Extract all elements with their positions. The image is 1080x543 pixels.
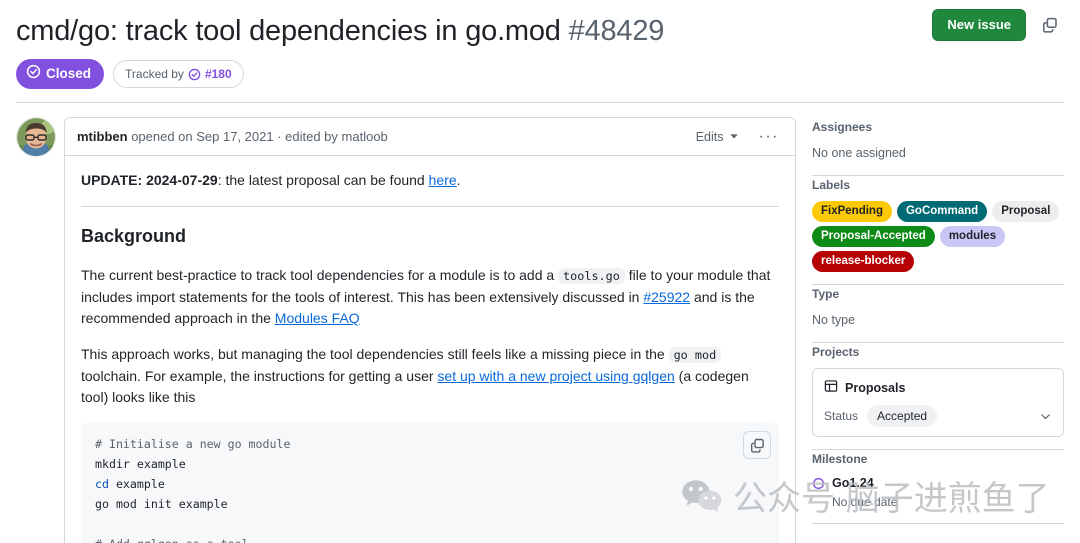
main-column: mtibben opened on Sep 17, 2021 · edited … — [16, 117, 796, 543]
title-row: cmd/go: track tool dependencies in go.mo… — [16, 14, 1064, 49]
tracked-by-number[interactable]: #180 — [205, 65, 232, 83]
code-line-1: # Initialise a new go module — [95, 437, 291, 452]
header-divider — [16, 102, 1064, 104]
labels-list: FixPending GoCommand Proposal Proposal-A… — [812, 201, 1064, 273]
milestone-row[interactable]: Go1.24 No due date — [812, 475, 1064, 511]
edits-label: Edits — [695, 129, 724, 144]
p2-a: This approach works, but managing the to… — [81, 346, 669, 363]
milestone-text: Go1.24 No due date — [832, 475, 897, 511]
code-line-2: mkdir example — [95, 457, 186, 472]
comment-header: mtibben opened on Sep 17, 2021 · edited … — [65, 118, 795, 157]
content-divider — [81, 206, 779, 208]
issue-header: cmd/go: track tool dependencies in go.mo… — [0, 0, 1080, 104]
comment-body: UPDATE: 2024-07-29: the latest proposal … — [65, 156, 795, 543]
copy-icon[interactable] — [1036, 11, 1064, 39]
p1-a: The current best-practice to track tool … — [81, 266, 559, 283]
sidebar-section-milestone: Milestone Go1.24 No due date — [812, 450, 1064, 523]
status-badge: Closed — [16, 59, 105, 90]
label-pill[interactable]: GoCommand — [896, 201, 988, 223]
chevron-down-icon — [729, 130, 739, 144]
p2-b: toolchain. For example, the instructions… — [81, 367, 438, 384]
issue-number: #48429 — [568, 15, 665, 47]
update-period: . — [456, 172, 461, 189]
milestone-title[interactable]: Milestone — [812, 450, 1064, 468]
update-paragraph: UPDATE: 2024-07-29: the latest proposal … — [81, 170, 779, 192]
assignees-title[interactable]: Assignees — [812, 118, 1064, 136]
update-rest: : the latest proposal can be found — [217, 172, 429, 189]
label-pill[interactable]: Proposal-Accepted — [812, 226, 935, 248]
project-status-row: Status Accepted — [824, 405, 1052, 428]
avatar[interactable] — [16, 117, 56, 158]
label-pill[interactable]: Proposal — [992, 201, 1060, 223]
status-badge-label: Closed — [46, 66, 92, 82]
project-status-chip[interactable]: Accepted — [867, 405, 938, 428]
link-modules-faq[interactable]: Modules FAQ — [275, 310, 360, 326]
edits-dropdown-button[interactable]: Edits — [692, 128, 743, 146]
new-issue-button[interactable]: New issue — [932, 9, 1026, 41]
label-pill[interactable]: FixPending — [812, 201, 892, 223]
header-actions: New issue — [932, 9, 1064, 41]
project-table-icon — [824, 379, 838, 396]
project-card[interactable]: Proposals Status Accepted — [812, 368, 1064, 438]
label-pill[interactable]: modules — [939, 226, 1006, 248]
code-line-4: go mod init example — [95, 496, 228, 511]
paragraph-2: This approach works, but managing the to… — [81, 344, 779, 409]
project-name-row: Proposals — [824, 379, 1052, 396]
milestone-icon — [812, 477, 825, 493]
link-issue-25922[interactable]: #25922 — [643, 289, 690, 305]
code-line-3-keyword: cd — [95, 476, 109, 491]
label-pill[interactable]: release-blocker — [812, 251, 915, 273]
tracked-by-pill[interactable]: Tracked by #180 — [113, 60, 244, 89]
milestone-name: Go1.24 — [832, 476, 874, 491]
sidebar-section-type: Type No type — [812, 285, 1064, 342]
tracked-check-icon — [188, 68, 201, 81]
type-value: No type — [812, 313, 856, 328]
comment-box: mtibben opened on Sep 17, 2021 · edited … — [64, 117, 796, 543]
inline-code-toolsgo: tools.go — [558, 267, 625, 284]
projects-title[interactable]: Projects — [812, 343, 1064, 361]
issue-page: cmd/go: track tool dependencies in go.mo… — [0, 0, 1080, 543]
paragraph-1: The current best-practice to track tool … — [81, 265, 779, 330]
labels-title[interactable]: Labels — [812, 176, 1064, 194]
sidebar-section-labels: Labels FixPending GoCommand Proposal Pro… — [812, 176, 1064, 284]
issue-sidebar: Assignees No one assigned Labels FixPend… — [812, 117, 1064, 543]
code-line-3-rest: example — [108, 476, 165, 491]
code-block: # Initialise a new go module mkdir examp… — [81, 423, 779, 543]
comment-menu-button[interactable]: ··· — [755, 128, 783, 144]
copy-code-icon[interactable] — [743, 431, 771, 460]
project-status-label: Status — [824, 409, 859, 424]
background-heading: Background — [81, 226, 187, 247]
sidebar-section-projects: Projects Proposals Status Accepted — [812, 343, 1064, 449]
milestone-due: No due date — [832, 495, 898, 510]
update-here-link[interactable]: here — [429, 172, 457, 188]
sidebar-section-assignees: Assignees No one assigned — [812, 118, 1064, 175]
comment-author[interactable]: mtibben — [77, 129, 128, 144]
link-gqlgen-setup[interactable]: set up with a new project using gqlgen — [437, 368, 674, 384]
page-title: cmd/go: track tool dependencies in go.mo… — [16, 14, 664, 49]
chevron-down-icon[interactable] — [1039, 410, 1052, 423]
issue-body: mtibben opened on Sep 17, 2021 · edited … — [0, 103, 1080, 543]
project-name-label: Proposals — [845, 380, 906, 395]
type-title[interactable]: Type — [812, 285, 1064, 303]
assignees-value: No one assigned — [812, 146, 906, 161]
tracked-by-label: Tracked by — [125, 67, 184, 82]
sidebar-divider-5 — [812, 523, 1064, 525]
update-bold: UPDATE: 2024-07-29 — [81, 172, 218, 189]
issue-title-text: cmd/go: track tool dependencies in go.mo… — [16, 15, 561, 47]
comment-meta: opened on Sep 17, 2021 · edited by matlo… — [131, 129, 388, 145]
closed-check-icon — [26, 64, 41, 84]
inline-code-gomod: go mod — [668, 347, 722, 364]
issue-meta-row: Closed Tracked by #180 — [16, 49, 1064, 90]
code-line-6: # Add gqlgen as a tool — [95, 537, 249, 543]
